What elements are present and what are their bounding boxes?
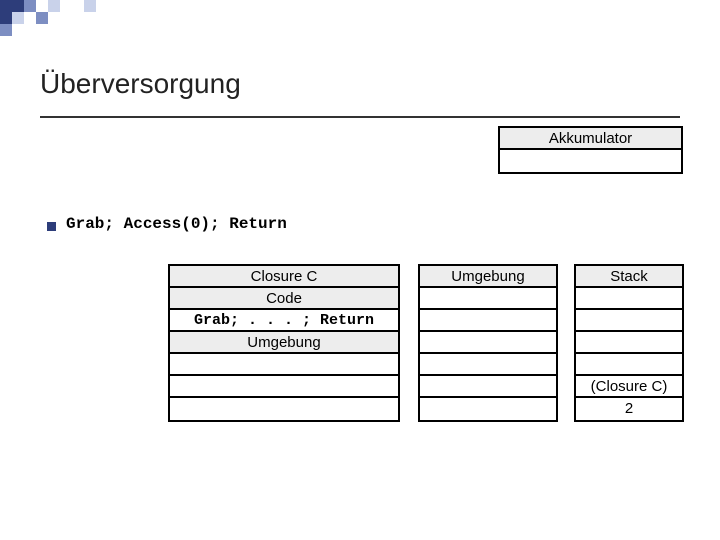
environment-row: [420, 398, 556, 420]
closure-code-value: Grab; . . . ; Return: [170, 310, 398, 332]
slide-title: Überversorgung: [40, 68, 241, 100]
stack-row: (Closure C): [576, 376, 682, 398]
bullet-icon: [47, 222, 56, 231]
accumulator-label: Akkumulator: [500, 128, 681, 150]
corner-decoration: [0, 12, 48, 24]
instruction-sequence: Grab; Access(0); Return: [66, 215, 287, 233]
environment-row: [420, 376, 556, 398]
stack-row: [576, 288, 682, 310]
closure-box: Closure C Code Grab; . . . ; Return Umge…: [168, 264, 400, 422]
closure-env-row: [170, 376, 398, 398]
environment-row: [420, 354, 556, 376]
corner-decoration: [0, 24, 12, 36]
stack-header: Stack: [576, 266, 682, 288]
environment-row: [420, 288, 556, 310]
environment-row: [420, 310, 556, 332]
stack-row: [576, 354, 682, 376]
closure-env-row: [170, 354, 398, 376]
closure-env-label: Umgebung: [170, 332, 398, 354]
closure-code-label: Code: [170, 288, 398, 310]
accumulator-value: [500, 150, 681, 172]
title-rule: [40, 116, 680, 118]
closure-env-row: [170, 398, 398, 420]
stack-box: Stack (Closure C) 2: [574, 264, 684, 422]
stack-row: [576, 332, 682, 354]
corner-decoration: [0, 0, 96, 12]
environment-box: Umgebung: [418, 264, 558, 422]
stack-row: [576, 310, 682, 332]
closure-header: Closure C: [170, 266, 398, 288]
stack-row: 2: [576, 398, 682, 420]
environment-header: Umgebung: [420, 266, 556, 288]
environment-row: [420, 332, 556, 354]
accumulator-box: Akkumulator: [498, 126, 683, 174]
